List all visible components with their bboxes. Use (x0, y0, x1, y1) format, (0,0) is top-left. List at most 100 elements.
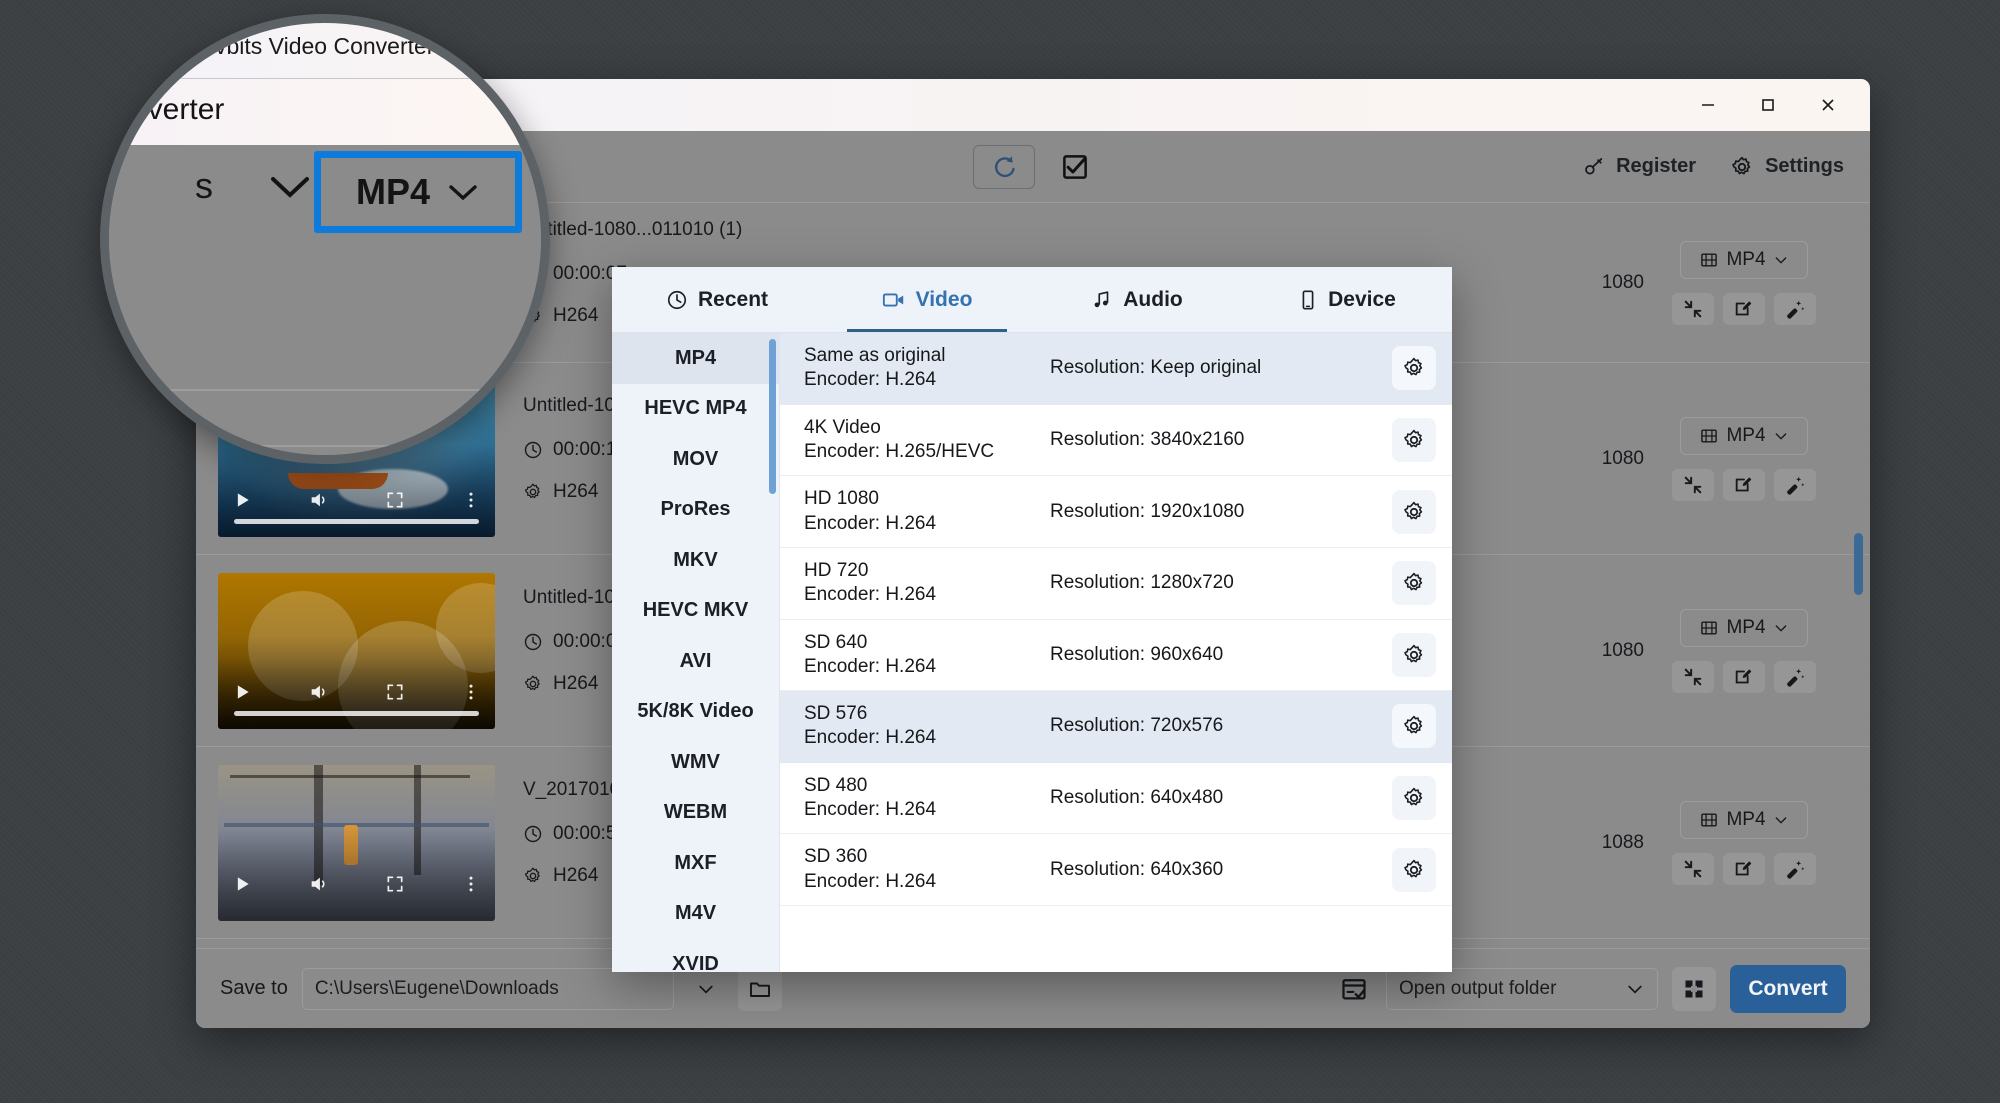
format-item-avi[interactable]: AVI (612, 636, 779, 687)
compress-button[interactable] (1672, 660, 1714, 693)
preset-settings-button[interactable] (1392, 346, 1436, 391)
row-format-selector[interactable]: MP4 (1680, 800, 1808, 839)
thumb-progress-bar[interactable] (234, 710, 479, 716)
edit-button[interactable] (1723, 660, 1765, 693)
magnified-format-selector[interactable]: MP4 (314, 151, 522, 233)
format-category-list[interactable]: MP4 HEVC MP4 MOV ProRes MKV HEVC MKV AVI… (612, 333, 780, 972)
preset-settings-button[interactable] (1392, 632, 1436, 677)
preset-settings-button[interactable] (1392, 489, 1436, 534)
edit-button[interactable] (1723, 468, 1765, 501)
output-path-field[interactable]: C:\Users\Eugene\Downloads (301, 967, 674, 1010)
edit-button[interactable] (1723, 292, 1765, 325)
volume-icon[interactable] (308, 489, 330, 511)
convert-button[interactable]: Convert (1730, 964, 1846, 1013)
output-path-dropdown[interactable] (688, 979, 724, 999)
more-options-icon[interactable] (461, 490, 481, 510)
list-item[interactable]: SD 360 Encoder: H.264 Resolution: 640x36… (780, 834, 1452, 906)
select-all-button[interactable] (1057, 149, 1093, 185)
magic-wand-button[interactable] (1774, 852, 1816, 885)
magic-wand-button[interactable] (1774, 660, 1816, 693)
fullscreen-icon[interactable] (385, 682, 405, 702)
format-item-hevc-mp4[interactable]: HEVC MP4 (612, 384, 779, 435)
format-item-xvid[interactable]: XVID (612, 939, 779, 972)
checkbox-checked-icon (1063, 154, 1087, 179)
tab-recent[interactable]: Recent (612, 267, 822, 332)
thumb-controls[interactable] (218, 489, 495, 511)
row-format-selector[interactable]: MP4 (1680, 608, 1808, 647)
toolbar-center-group (973, 144, 1093, 189)
tab-video[interactable]: Video (822, 267, 1032, 333)
format-item-mxf[interactable]: MXF (612, 838, 779, 889)
gear-icon (524, 675, 540, 690)
format-item-m4v[interactable]: M4V (612, 889, 779, 940)
refresh-button[interactable] (973, 144, 1035, 189)
tab-device[interactable]: Device (1242, 267, 1452, 332)
magic-wand-button[interactable] (1774, 468, 1816, 501)
thumb-controls[interactable] (218, 873, 495, 895)
file-list-scrollbar[interactable] (1854, 533, 1863, 595)
format-item-mp4[interactable]: MP4 (612, 333, 779, 384)
fullscreen-icon[interactable] (385, 490, 405, 510)
preset-name: HD 720 (804, 559, 869, 581)
volume-icon[interactable] (308, 681, 330, 703)
film-strip-icon (1701, 812, 1718, 827)
thumb-progress-bar[interactable] (234, 518, 479, 524)
compress-button[interactable] (1672, 468, 1714, 501)
play-icon[interactable] (232, 874, 252, 894)
preset-settings-button[interactable] (1392, 704, 1436, 749)
format-item-prores[interactable]: ProRes (612, 485, 779, 536)
list-item[interactable]: HD 720 Encoder: H.264 Resolution: 1280x7… (780, 547, 1452, 620)
magic-wand-button[interactable] (1774, 292, 1816, 325)
list-item[interactable]: SD 640 Encoder: H.264 Resolution: 960x64… (780, 619, 1452, 692)
row-format-selector[interactable]: MP4 (1680, 416, 1808, 455)
format-item-label: WEBM (663, 801, 728, 824)
settings-button[interactable]: Settings (1730, 155, 1844, 179)
preset-settings-button[interactable] (1392, 561, 1436, 606)
more-options-icon[interactable] (461, 874, 481, 894)
format-item-mkv[interactable]: MKV (612, 535, 779, 586)
video-thumbnail[interactable] (218, 764, 495, 921)
preset-settings-button[interactable] (1392, 418, 1436, 463)
register-button[interactable]: Register (1583, 155, 1696, 178)
merge-files-button[interactable] (1672, 966, 1716, 1011)
format-item-wmv[interactable]: WMV (612, 737, 779, 788)
volume-icon[interactable] (308, 873, 330, 895)
magnified-chevron-down-icon (267, 171, 313, 208)
format-item-webm[interactable]: WEBM (612, 788, 779, 839)
edit-button[interactable] (1723, 852, 1765, 885)
tab-audio[interactable]: Audio (1032, 267, 1242, 332)
file-output-size: 1088 (1601, 831, 1644, 853)
list-item[interactable]: SD 576 Encoder: H.264 Resolution: 720x57… (780, 691, 1452, 763)
row-format-selector[interactable]: MP4 (1680, 240, 1808, 279)
list-item[interactable]: Same as original Encoder: H.264 Resoluti… (780, 333, 1452, 405)
format-item-label: HEVC MKV (642, 599, 749, 622)
list-item[interactable]: SD 480 Encoder: H.264 Resolution: 640x48… (780, 762, 1452, 835)
after-conversion-select[interactable]: Open output folder (1386, 967, 1658, 1010)
compress-button[interactable] (1672, 292, 1714, 325)
browse-folder-button[interactable] (737, 966, 782, 1011)
preset-list[interactable]: Same as original Encoder: H.264 Resoluti… (780, 333, 1452, 972)
list-item[interactable]: 4K Video Encoder: H.265/HEVC Resolution:… (780, 404, 1452, 477)
minimize-button[interactable] (1678, 79, 1738, 131)
play-icon[interactable] (232, 682, 252, 702)
list-item[interactable]: HD 1080 Encoder: H.264 Resolution: 1920x… (780, 476, 1452, 548)
format-item-mov[interactable]: MOV (612, 434, 779, 485)
close-button[interactable] (1798, 79, 1858, 131)
maximize-button[interactable] (1738, 79, 1798, 131)
compress-button[interactable] (1672, 852, 1714, 885)
folder-icon (749, 982, 770, 997)
play-icon[interactable] (232, 490, 252, 510)
video-thumbnail[interactable] (218, 572, 495, 729)
format-popup[interactable]: Recent Video Audio Device MP4 HEVC MP4 M… (612, 267, 1452, 972)
preset-settings-button[interactable] (1392, 847, 1436, 892)
format-list-scrollbar[interactable] (769, 339, 776, 495)
preset-settings-button[interactable] (1392, 776, 1436, 821)
tab-recent-label: Recent (697, 287, 769, 311)
preset-encoder: Encoder: H.264 (804, 799, 937, 821)
fullscreen-icon[interactable] (385, 874, 405, 894)
thumb-controls[interactable] (218, 681, 495, 703)
format-item-5k-8k-video[interactable]: 5K/8K Video (612, 687, 779, 738)
tab-video-label: Video (915, 287, 973, 311)
more-options-icon[interactable] (461, 682, 481, 702)
format-item-hevc-mkv[interactable]: HEVC MKV (612, 586, 779, 637)
